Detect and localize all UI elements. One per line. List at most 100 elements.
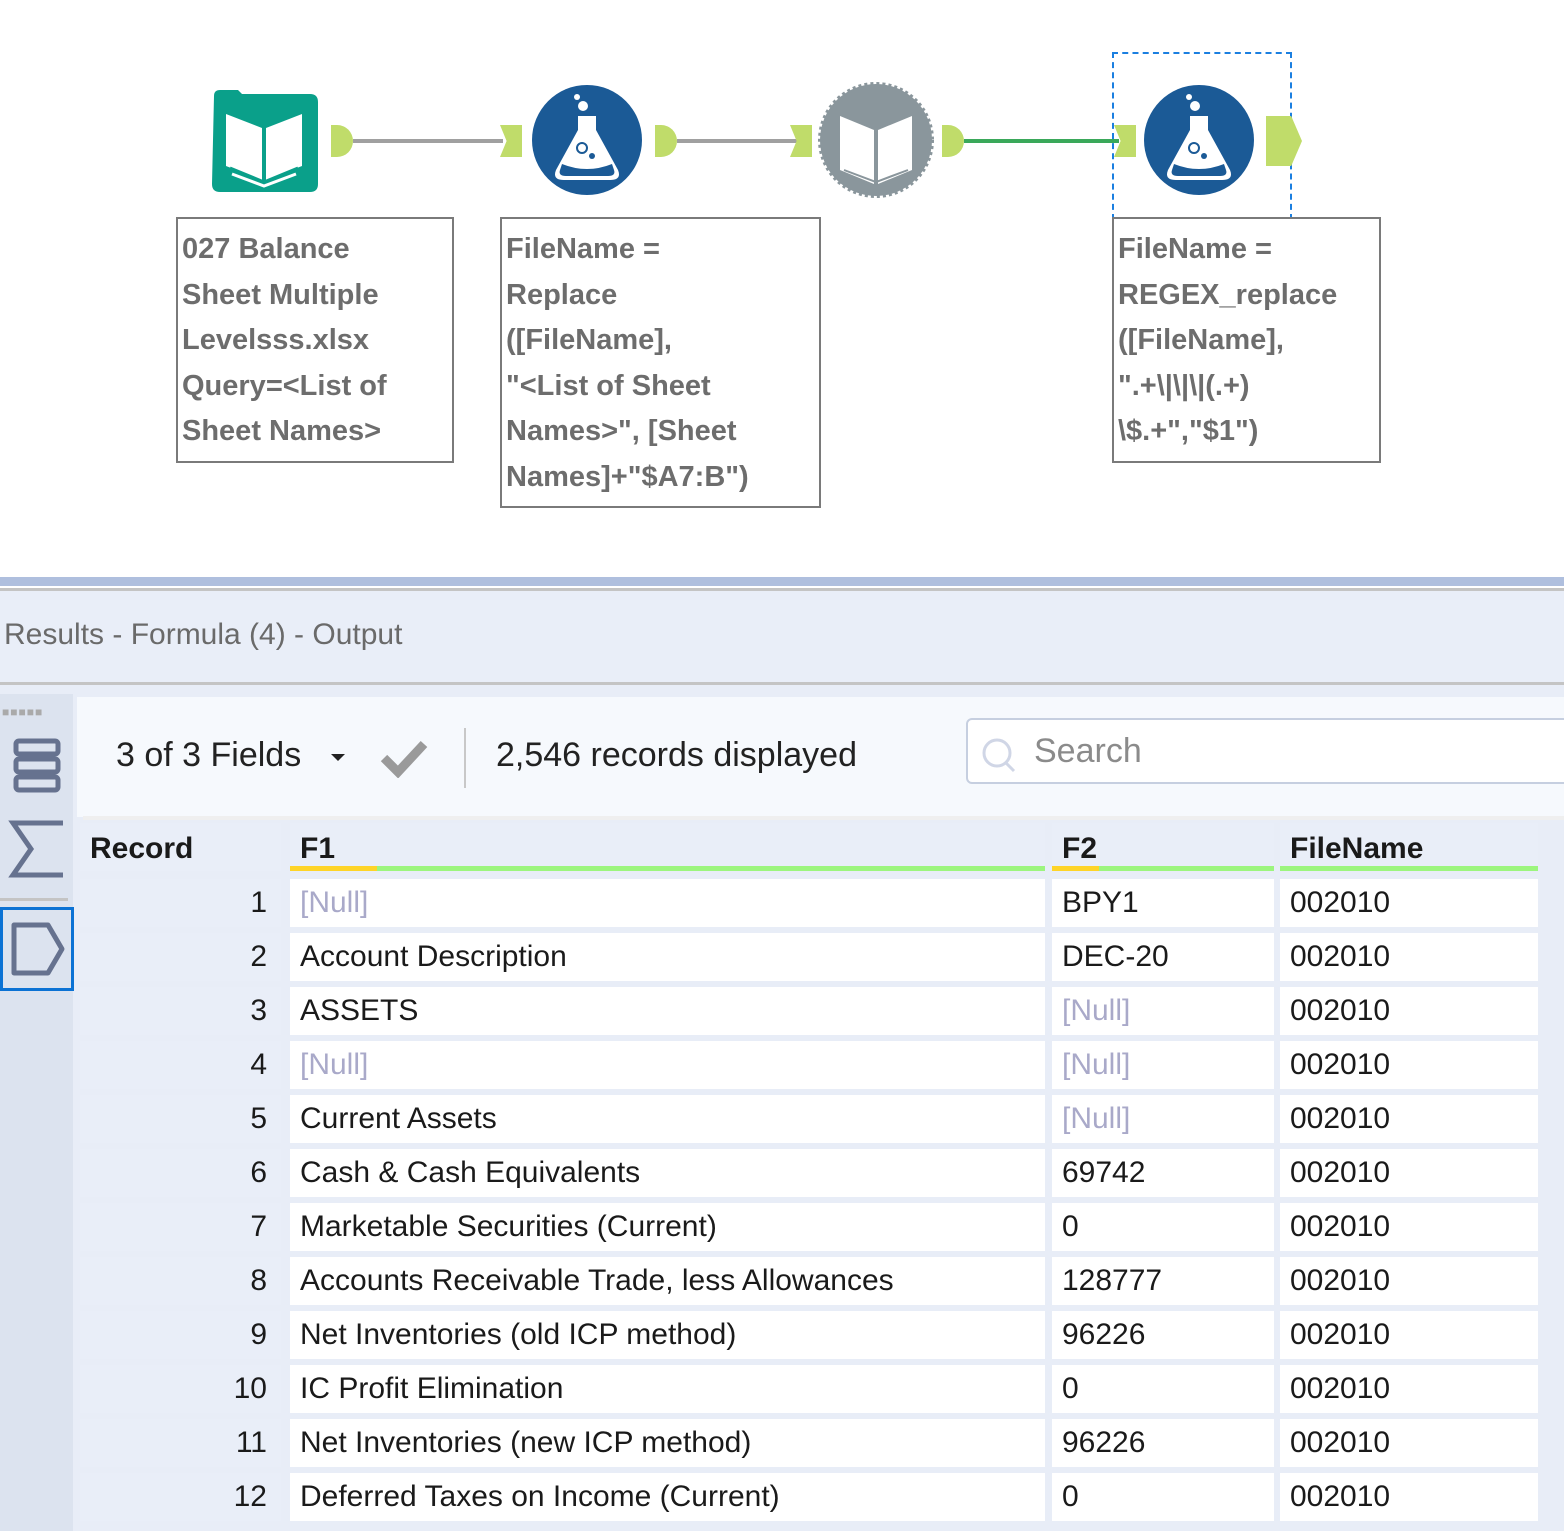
input-data-book-icon	[212, 90, 318, 192]
cell-f2[interactable]: 128777	[1052, 1257, 1274, 1305]
cell-f2[interactable]: [Null]	[1052, 987, 1274, 1035]
cell-record[interactable]: 7	[80, 1203, 281, 1251]
cell-f1[interactable]: Net Inventories (old ICP method)	[290, 1311, 1045, 1359]
cell-f1[interactable]: Account Description	[290, 933, 1045, 981]
connection-line[interactable]	[353, 139, 503, 143]
quality-bar-valid	[1280, 866, 1538, 871]
summary-button[interactable]	[0, 818, 73, 880]
cell-f1[interactable]: [Null]	[290, 1041, 1045, 1089]
cell-f1[interactable]: Marketable Securities (Current)	[290, 1203, 1045, 1251]
cell-f2[interactable]: [Null]	[1052, 1095, 1274, 1143]
formula-tool-4[interactable]	[1142, 84, 1256, 196]
output-anchor[interactable]	[331, 125, 353, 157]
cell-f2[interactable]: 96226	[1052, 1419, 1274, 1467]
cell-record[interactable]: 9	[80, 1311, 281, 1359]
table-view-icon	[13, 738, 60, 793]
cell-filename[interactable]: 002010	[1280, 933, 1538, 981]
cell-f1[interactable]: Cash & Cash Equivalents	[290, 1149, 1045, 1197]
output-anchor-icon	[11, 922, 65, 976]
column-header-f2[interactable]: F2	[1052, 823, 1274, 871]
column-header-record[interactable]: Record	[80, 823, 281, 871]
cell-record[interactable]: 11	[80, 1419, 281, 1467]
search-box[interactable]	[966, 718, 1564, 784]
apply-button[interactable]	[380, 738, 428, 783]
cell-record[interactable]: 8	[80, 1257, 281, 1305]
fields-selector[interactable]: 3 of 3 Fields	[116, 736, 301, 775]
cell-filename[interactable]: 002010	[1280, 1473, 1538, 1521]
cell-f1[interactable]: Deferred Taxes on Income (Current)	[290, 1473, 1045, 1521]
column-header-f1[interactable]: F1	[290, 823, 1045, 871]
cell-filename[interactable]: 002010	[1280, 1311, 1538, 1359]
cell-filename[interactable]: 002010	[1280, 1203, 1538, 1251]
cell-f1[interactable]: [Null]	[290, 879, 1045, 927]
cell-f1[interactable]: Net Inventories (new ICP method)	[290, 1419, 1045, 1467]
summary-sigma-icon	[7, 820, 63, 878]
cell-record[interactable]: 3	[80, 987, 281, 1035]
cell-filename[interactable]: 002010	[1280, 1149, 1538, 1197]
output-anchor-large[interactable]	[1266, 116, 1302, 166]
cell-f1[interactable]: Accounts Receivable Trade, less Allowanc…	[290, 1257, 1045, 1305]
cell-record[interactable]: 1	[80, 879, 281, 927]
cell-record[interactable]: 6	[80, 1149, 281, 1197]
formula-flask-icon	[1144, 85, 1254, 195]
cell-filename[interactable]: 002010	[1280, 1041, 1538, 1089]
column-label: FileName	[1290, 832, 1424, 865]
cell-f1[interactable]: Current Assets	[290, 1095, 1045, 1143]
input-anchor[interactable]	[500, 125, 522, 157]
search-input[interactable]	[1032, 726, 1556, 776]
connection-line-active[interactable]	[964, 139, 1119, 143]
chevron-down-icon[interactable]	[331, 754, 345, 761]
output-anchor[interactable]	[655, 125, 677, 157]
output-anchor[interactable]	[942, 125, 964, 157]
cell-f1[interactable]: IC Profit Elimination	[290, 1365, 1045, 1413]
cell-f2[interactable]: DEC-20	[1052, 933, 1274, 981]
column-header-filename[interactable]: FileName	[1280, 823, 1538, 871]
pane-splitter[interactable]	[0, 577, 1564, 586]
cell-f2[interactable]: 0	[1052, 1365, 1274, 1413]
cell-f2[interactable]: [Null]	[1052, 1041, 1274, 1089]
cell-f2[interactable]: 0	[1052, 1473, 1274, 1521]
cell-record[interactable]: 12	[80, 1473, 281, 1521]
cell-f2[interactable]: BPY1	[1052, 879, 1274, 927]
dynamic-input-tool[interactable]	[818, 82, 934, 198]
results-title: Results - Formula (4) - Output	[4, 618, 403, 651]
output-anchor-button[interactable]	[0, 907, 74, 991]
cell-f2[interactable]: 69742	[1052, 1149, 1274, 1197]
cell-filename[interactable]: 002010	[1280, 1257, 1538, 1305]
cell-f1[interactable]: ASSETS	[290, 987, 1045, 1035]
workflow-canvas[interactable]: 027 Balance Sheet Multiple Levelsss.xlsx…	[0, 0, 1564, 578]
cell-filename[interactable]: 002010	[1280, 1095, 1538, 1143]
cell-record[interactable]: 2	[80, 933, 281, 981]
quality-bar-null	[290, 866, 377, 871]
cell-f2[interactable]: 0	[1052, 1203, 1274, 1251]
cell-record[interactable]: 5	[80, 1095, 281, 1143]
search-icon	[982, 738, 1016, 773]
formula-tool-1[interactable]	[530, 84, 644, 196]
table-view-button[interactable]	[0, 736, 73, 796]
cell-filename[interactable]: 002010	[1280, 987, 1538, 1035]
annotation-input: 027 Balance Sheet Multiple Levelsss.xlsx…	[176, 217, 454, 463]
column-label: Record	[90, 832, 194, 865]
quality-bar-null	[1052, 866, 1099, 871]
records-count: 2,546 records displayed	[496, 736, 858, 774]
cell-record[interactable]: 10	[80, 1365, 281, 1413]
connection-line[interactable]	[677, 139, 797, 143]
formula-flask-icon	[532, 85, 642, 195]
checkmark-icon	[380, 740, 428, 779]
dynamic-input-gear-book-icon	[818, 82, 934, 198]
annotation-formula-4: FileName = REGEX_replace ([FileName], ".…	[1112, 217, 1381, 463]
cell-filename[interactable]: 002010	[1280, 879, 1538, 927]
cell-record[interactable]: 4	[80, 1041, 281, 1089]
drag-grip-icon[interactable]: ■■■■■	[2, 705, 43, 719]
cell-filename[interactable]: 002010	[1280, 1419, 1538, 1467]
toolbar-border	[83, 816, 1564, 820]
column-label: F1	[300, 832, 336, 865]
cell-filename[interactable]: 002010	[1280, 1365, 1538, 1413]
cell-f2[interactable]: 96226	[1052, 1311, 1274, 1359]
input-data-tool[interactable]	[208, 86, 320, 194]
rail-separator	[0, 898, 68, 901]
column-label: F2	[1062, 832, 1098, 865]
annotation-formula-1: FileName = Replace ([FileName], "<List o…	[500, 217, 821, 508]
quality-bar-valid	[290, 866, 1045, 871]
toolbar-separator	[464, 728, 466, 788]
